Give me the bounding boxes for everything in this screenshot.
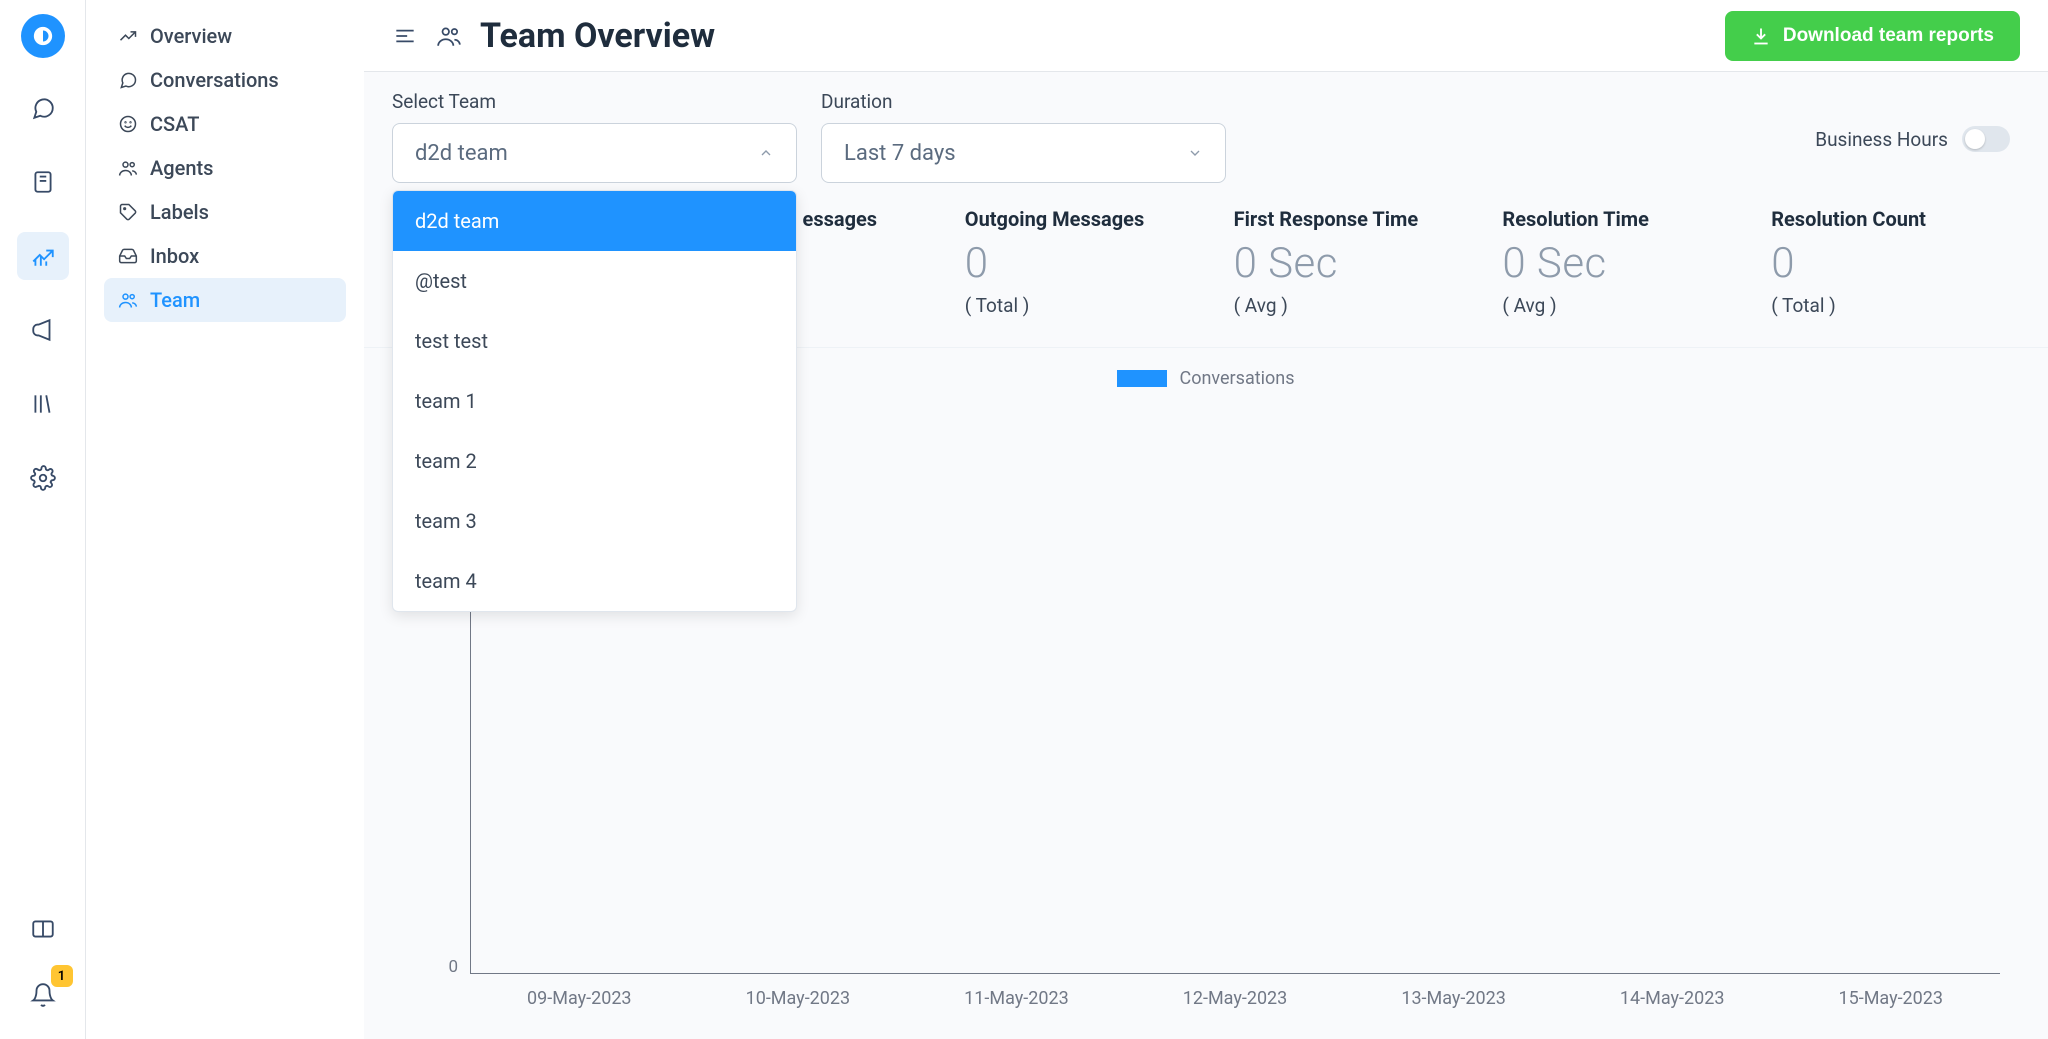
rail-settings[interactable] <box>17 454 69 502</box>
metric-title: Resolution Count <box>1771 207 2020 231</box>
sidebar-item-csat[interactable]: CSAT <box>104 102 346 146</box>
book-icon <box>30 169 56 195</box>
team-select[interactable]: d2d team <box>392 123 797 183</box>
rail-notifications[interactable]: 1 <box>17 971 69 1019</box>
team-filter-label: Select Team <box>392 90 797 113</box>
rail-reports[interactable] <box>17 232 69 280</box>
business-hours-toggle[interactable] <box>1962 126 2010 152</box>
metric-title: Resolution Time <box>1502 207 1751 231</box>
sidebar-item-label: CSAT <box>150 112 199 136</box>
chat-icon <box>118 70 138 90</box>
megaphone-icon <box>30 317 56 343</box>
rail-contacts[interactable] <box>17 158 69 206</box>
bell-icon <box>30 982 56 1008</box>
nav-rail: 1 <box>0 0 86 1039</box>
chart-up-icon <box>30 243 56 269</box>
page-title: Team Overview <box>480 16 715 56</box>
rail-campaigns[interactable] <box>17 306 69 354</box>
team-option[interactable]: @test <box>393 251 796 311</box>
rail-conversations[interactable] <box>17 84 69 132</box>
library-icon <box>30 391 56 417</box>
team-option[interactable]: test test <box>393 311 796 371</box>
team-option[interactable]: d2d team <box>393 191 796 251</box>
metric-resolution-time[interactable]: Resolution Time 0 Sec ( Avg ) <box>1502 207 1751 317</box>
metric-title: First Response Time <box>1234 207 1483 231</box>
sidebar-item-overview[interactable]: Overview <box>104 14 346 58</box>
team-icon <box>118 290 138 310</box>
reports-sidebar: Overview Conversations CSAT Agents Label… <box>86 0 364 1039</box>
sidebar-item-label: Inbox <box>150 244 199 268</box>
y-tick: 0 <box>448 957 458 977</box>
app-logo[interactable] <box>21 14 65 58</box>
sidebar-item-agents[interactable]: Agents <box>104 146 346 190</box>
tag-icon <box>118 202 138 222</box>
sidebar-item-label: Overview <box>150 24 232 48</box>
download-reports-button[interactable]: Download team reports <box>1725 11 2020 61</box>
x-tick: 14-May-2023 <box>1563 988 1782 1009</box>
x-tick: 15-May-2023 <box>1781 988 2000 1009</box>
team-option[interactable]: team 3 <box>393 491 796 551</box>
sidebar-item-label: Agents <box>150 156 213 180</box>
x-tick: 13-May-2023 <box>1344 988 1563 1009</box>
rail-library[interactable] <box>17 380 69 428</box>
metric-sub: ( Total ) <box>965 294 1214 317</box>
x-tick: 10-May-2023 <box>689 988 908 1009</box>
logo-icon <box>32 25 54 47</box>
x-tick: 09-May-2023 <box>470 988 689 1009</box>
people-icon <box>118 158 138 178</box>
legend-label: Conversations <box>1179 368 1294 389</box>
docs-icon <box>30 916 56 942</box>
duration-filter-label: Duration <box>821 90 1226 113</box>
metric-value: 0 <box>1771 239 2020 288</box>
metric-value: 0 Sec <box>1502 239 1751 288</box>
filters-bar: Select Team d2d team Duration Last 7 day… <box>364 72 2048 201</box>
sidebar-item-inbox[interactable]: Inbox <box>104 234 346 278</box>
metric-value: 0 <box>965 239 1214 288</box>
metric-first-response[interactable]: First Response Time 0 Sec ( Avg ) <box>1234 207 1483 317</box>
team-icon <box>436 23 462 49</box>
metric-sub: ( Avg ) <box>1502 294 1751 317</box>
overview-icon <box>118 26 138 46</box>
duration-select-value: Last 7 days <box>844 141 956 166</box>
sidebar-item-team[interactable]: Team <box>104 278 346 322</box>
smiley-icon <box>118 114 138 134</box>
metric-resolution-count[interactable]: Resolution Count 0 ( Total ) <box>1771 207 2020 317</box>
duration-select[interactable]: Last 7 days <box>821 123 1226 183</box>
sidebar-item-label: Conversations <box>150 68 279 92</box>
metric-value: 0 Sec <box>1234 239 1483 288</box>
chevron-down-icon <box>1187 145 1203 161</box>
x-tick: 11-May-2023 <box>907 988 1126 1009</box>
notification-count-badge: 1 <box>51 965 73 987</box>
legend-swatch <box>1117 370 1167 387</box>
main-content: Team Overview Download team reports Sele… <box>364 0 2048 1039</box>
chart-x-axis: 09-May-2023 10-May-2023 11-May-2023 12-M… <box>470 974 2000 1009</box>
metric-sub: ( Total ) <box>1771 294 2020 317</box>
team-option[interactable]: team 2 <box>393 431 796 491</box>
download-icon <box>1751 26 1771 46</box>
download-button-label: Download team reports <box>1783 25 1994 47</box>
sidebar-item-labels[interactable]: Labels <box>104 190 346 234</box>
inbox-icon <box>118 246 138 266</box>
sidebar-item-label: Labels <box>150 200 209 224</box>
gear-icon <box>30 465 56 491</box>
sidebar-item-conversations[interactable]: Conversations <box>104 58 346 102</box>
team-select-value: d2d team <box>415 141 508 166</box>
team-option[interactable]: team 1 <box>393 371 796 431</box>
team-select-dropdown: d2d team @test test test team 1 team 2 t… <box>392 190 797 612</box>
metric-outgoing[interactable]: Outgoing Messages 0 ( Total ) <box>965 207 1214 317</box>
x-tick: 12-May-2023 <box>1126 988 1345 1009</box>
metric-sub: ( Avg ) <box>1234 294 1483 317</box>
sidebar-item-label: Team <box>150 288 200 312</box>
chat-icon <box>30 95 56 121</box>
collapse-icon[interactable] <box>392 23 418 49</box>
team-option[interactable]: team 4 <box>393 551 796 611</box>
chevron-up-icon <box>758 145 774 161</box>
page-header: Team Overview Download team reports <box>364 0 2048 72</box>
metric-title: Outgoing Messages <box>965 207 1214 231</box>
rail-docs[interactable] <box>17 905 69 953</box>
business-hours-label: Business Hours <box>1815 128 1948 151</box>
